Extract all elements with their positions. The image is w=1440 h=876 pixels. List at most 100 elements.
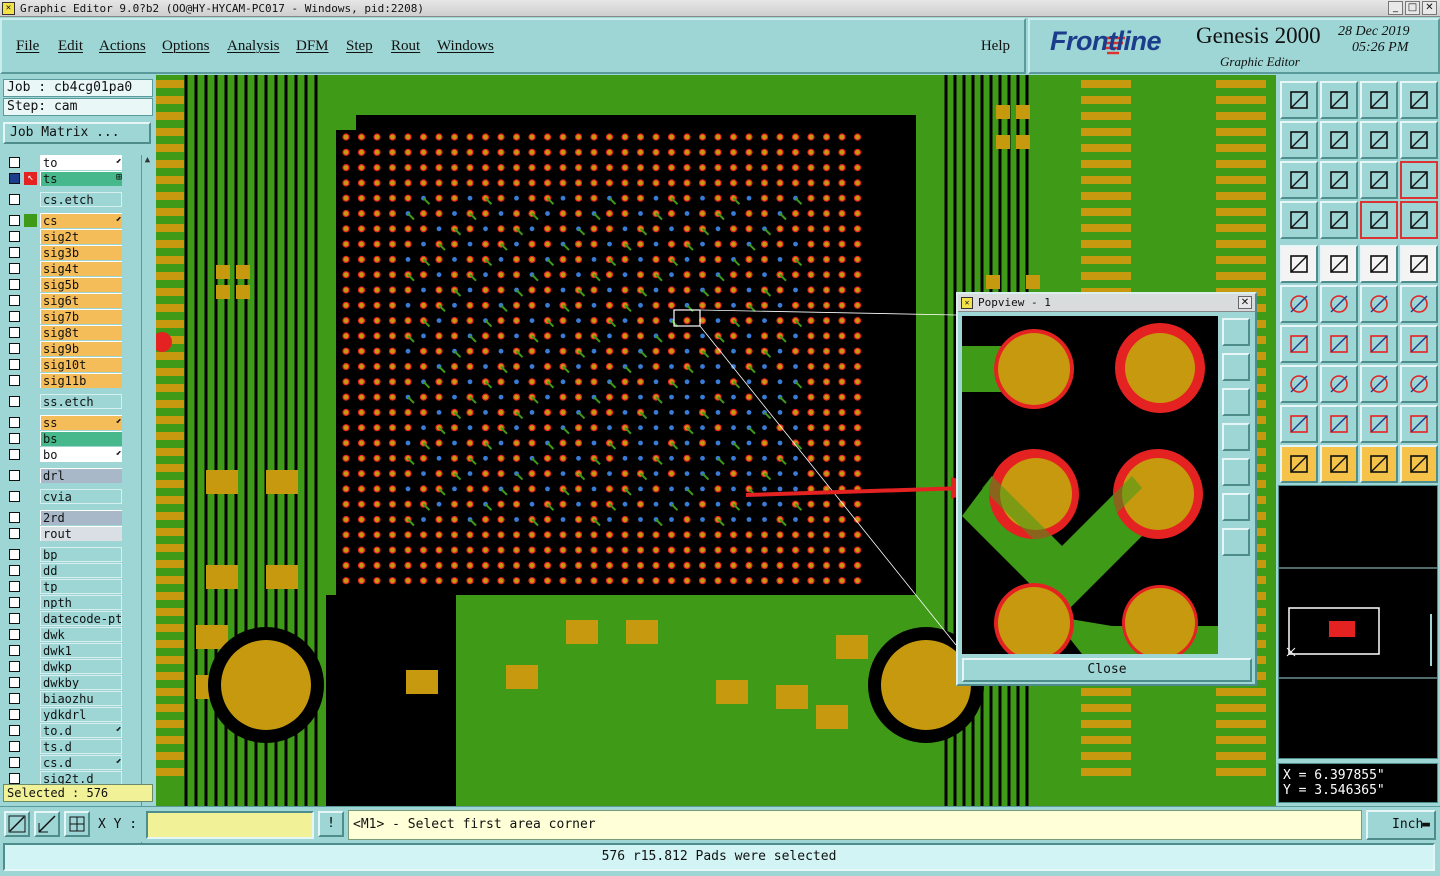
layer-checkbox[interactable] [9, 343, 20, 354]
cross-delete-icon[interactable] [1320, 285, 1358, 323]
layer-row-npth[interactable]: npth [6, 595, 124, 610]
select-net-icon[interactable] [1400, 445, 1438, 483]
horizontal-line-icon[interactable] [1320, 365, 1358, 403]
layer-checkbox[interactable] [9, 565, 20, 576]
layer-checkbox[interactable] [9, 417, 20, 428]
menu-file[interactable]: File [16, 38, 39, 55]
layer-row-ts-d[interactable]: ts.d [6, 739, 124, 754]
layer-colors-red-icon[interactable] [1400, 201, 1438, 239]
info-button[interactable]: ! [318, 811, 344, 837]
layer-row-to[interactable]: to ⬋ [6, 155, 124, 170]
layer-checkbox[interactable] [9, 725, 20, 736]
layer-checkbox[interactable] [9, 470, 20, 481]
zoom-fit-icon[interactable] [1280, 161, 1318, 199]
layer-row-drl[interactable]: drl [6, 468, 124, 483]
layer-checkbox[interactable] [9, 449, 20, 460]
select-move-icon[interactable] [1400, 285, 1438, 323]
layer-checkbox[interactable] [9, 263, 20, 274]
layer-row-sig6t[interactable]: sig6t [6, 293, 124, 308]
layer-row-biaozhu[interactable]: biaozhu [6, 691, 124, 706]
menu-edit[interactable]: Edit [58, 38, 83, 55]
add-line-icon[interactable] [1320, 245, 1358, 283]
popview-close-button[interactable]: Close [962, 658, 1252, 682]
unit-selector[interactable]: Inch ▬ [1366, 810, 1436, 840]
layer-row-datecode-ptc[interactable]: datecode-ptc [6, 611, 124, 626]
pad-add-icon[interactable] [1280, 365, 1318, 403]
layer-checkbox[interactable] [9, 693, 20, 704]
menu-analysis[interactable]: Analysis [227, 38, 280, 55]
layer-row-dwk1[interactable]: dwk1 [6, 643, 124, 658]
layer-checkbox[interactable] [9, 709, 20, 720]
layer-checkbox[interactable] [9, 661, 20, 672]
layer-row-ss-etch[interactable]: ss.etch [6, 394, 124, 409]
snap-mode-icon[interactable] [4, 811, 30, 837]
popview-pan-left-icon[interactable] [1222, 423, 1250, 451]
minimize-button[interactable]: _ [1388, 1, 1403, 15]
layer-checkbox[interactable] [9, 613, 20, 624]
layer-row-sig5b[interactable]: sig5b [6, 277, 124, 292]
popview-zoom-image[interactable] [962, 316, 1218, 654]
measure-bar-icon[interactable] [1360, 245, 1398, 283]
menu-actions[interactable]: Actions [99, 38, 146, 55]
close-window-button[interactable]: ✕ [1422, 1, 1437, 15]
split-view-icon[interactable] [1400, 81, 1438, 119]
layer-checkbox[interactable] [9, 549, 20, 560]
home-down-icon[interactable] [1320, 81, 1358, 119]
layer-row-sig10t[interactable]: sig10t [6, 357, 124, 372]
layer-row-2rd[interactable]: 2rd [6, 510, 124, 525]
layer-checkbox[interactable] [9, 396, 20, 407]
layer-row-rout[interactable]: rout [6, 526, 124, 541]
menu-windows[interactable]: Windows [437, 38, 494, 55]
layer-row-dwkp[interactable]: dwkp [6, 659, 124, 674]
job-matrix-button[interactable]: Job Matrix ... [3, 122, 151, 144]
layer-checkbox[interactable] [9, 279, 20, 290]
layer-row-tp[interactable]: tp [6, 579, 124, 594]
popview-zoom-out-icon[interactable] [1222, 528, 1250, 556]
home-icon[interactable] [1360, 81, 1398, 119]
maximize-button[interactable]: □ [1405, 1, 1420, 15]
popview-zoom-fit-icon[interactable] [1222, 493, 1250, 521]
layer-row-to-d[interactable]: to.d ⬋ [6, 723, 124, 738]
layer-row-ts[interactable]: ↖ ts ⊞ [6, 171, 124, 186]
layer-checkbox[interactable] [9, 741, 20, 752]
select-pointer-circle-icon[interactable] [1360, 445, 1398, 483]
layer-row-sig7b[interactable]: sig7b [6, 309, 124, 324]
popview-pan-right-icon[interactable] [1222, 458, 1250, 486]
layer-checkbox[interactable] [9, 215, 20, 226]
layer-checkbox[interactable] [9, 629, 20, 640]
layer-row-cvia[interactable]: cvia [6, 489, 124, 504]
select-pointer-box-icon[interactable] [1320, 445, 1358, 483]
layer-row-bo[interactable]: bo ⬋ [6, 447, 124, 462]
layer-checkbox[interactable] [9, 157, 20, 168]
layer-row-sig9b[interactable]: sig9b [6, 341, 124, 356]
layer-checkbox[interactable] [9, 773, 20, 784]
layer-row-sig4t[interactable]: sig4t [6, 261, 124, 276]
redraw-icon[interactable] [1360, 121, 1398, 159]
pan-right-icon[interactable] [1320, 121, 1358, 159]
triangle-cut-icon[interactable] [1400, 405, 1438, 443]
layer-colors-icon[interactable] [1360, 201, 1398, 239]
layer-row-cs-etch[interactable]: cs.etch [6, 192, 124, 207]
ruler-icon[interactable] [1280, 201, 1318, 239]
mirror-icon[interactable] [1400, 325, 1438, 363]
layer-checkbox[interactable] [9, 528, 20, 539]
menu-options[interactable]: Options [162, 38, 210, 55]
layer-row-sig2t[interactable]: sig2t [6, 229, 124, 244]
triangle-arc-icon[interactable] [1360, 405, 1398, 443]
circle-tool-icon[interactable] [1400, 245, 1438, 283]
overview-window[interactable] [1278, 485, 1438, 759]
pan-left-icon[interactable] [1280, 121, 1318, 159]
refresh-icon[interactable] [1400, 121, 1438, 159]
xy-input[interactable] [146, 811, 314, 839]
grid-snap-icon[interactable] [64, 811, 90, 837]
scroll-up-arrow-icon[interactable]: ▲ [142, 155, 153, 166]
angle-tool-icon[interactable] [1280, 325, 1318, 363]
layer-row-dd[interactable]: dd [6, 563, 124, 578]
triangle-edit-icon[interactable] [1320, 405, 1358, 443]
layer-checkbox[interactable] [9, 359, 20, 370]
layer-checkbox[interactable] [9, 597, 20, 608]
zoom-center-icon[interactable] [1320, 161, 1358, 199]
menu-dfm[interactable]: DFM [296, 38, 329, 55]
home-up-icon[interactable] [1280, 81, 1318, 119]
layer-checkbox[interactable] [9, 295, 20, 306]
